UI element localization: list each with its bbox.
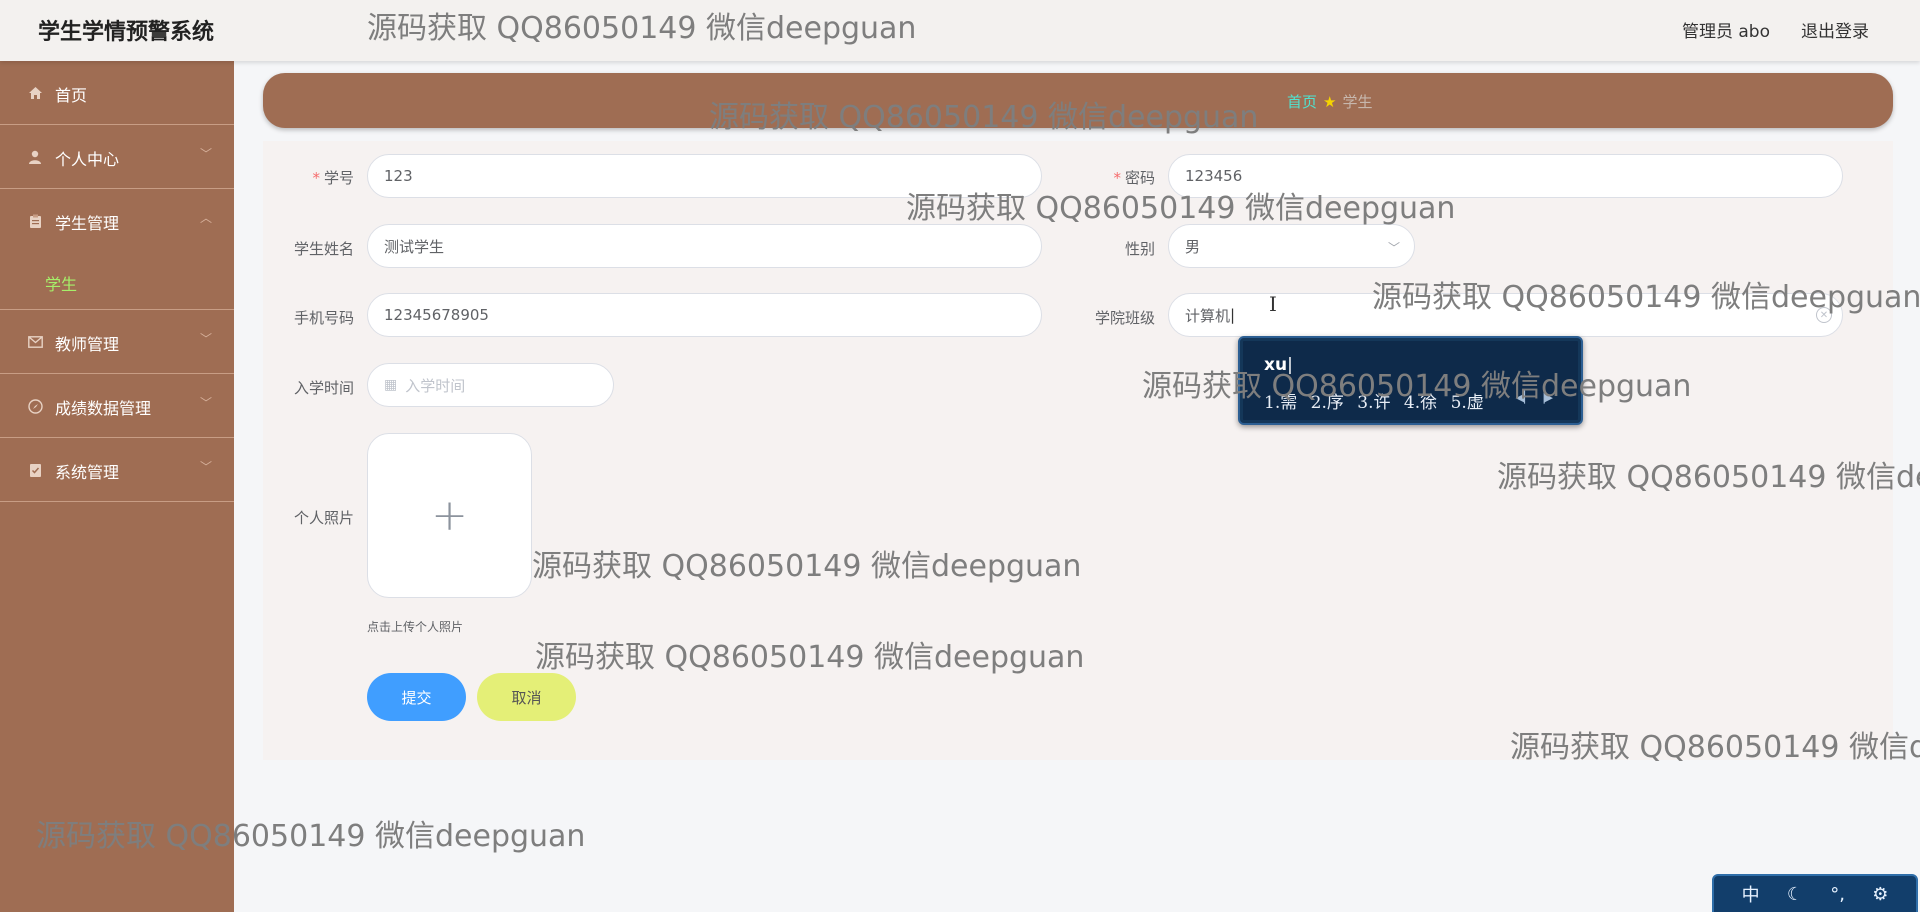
text-cursor-icon: I xyxy=(1269,292,1277,316)
sidebar-item-student-mgmt[interactable]: 学生管理 ︿ xyxy=(0,189,234,253)
moon-icon[interactable]: ☾ xyxy=(1787,884,1803,905)
sidebar-item-label: 个人中心 xyxy=(55,150,120,169)
mail-icon xyxy=(27,334,43,350)
user-icon xyxy=(27,149,43,165)
chevron-down-icon: ﹀ xyxy=(1387,241,1400,255)
college-class-label: 学院班级 xyxy=(1094,309,1155,327)
gender-select-value: 男 xyxy=(1185,237,1201,256)
sidebar-item-label: 系统管理 xyxy=(55,463,120,482)
ime-candidate[interactable]: 1.需 xyxy=(1264,393,1297,413)
ime-candidate[interactable]: 4.徐 xyxy=(1404,393,1437,413)
ime-candidate-list: 1.需 2.序 3.许 4.徐 5.虚 xyxy=(1264,388,1492,413)
photo-upload[interactable]: + xyxy=(367,433,532,598)
chevron-down-icon: ﹀ xyxy=(199,460,212,474)
submit-button[interactable]: 提交 xyxy=(367,673,466,721)
sidebar-subitem-student[interactable]: 学生 xyxy=(0,253,234,310)
sidebar-item-label: 首页 xyxy=(55,86,88,105)
calendar-icon: ▦ xyxy=(384,377,398,393)
ime-candidate-window: xu| 1.需 2.序 3.许 4.徐 5.虚 ◀▏ ▕▶ xyxy=(1238,336,1583,425)
star-icon: ★ xyxy=(1323,92,1337,111)
gender-label: 性别 xyxy=(1124,240,1155,258)
sidebar-item-teacher-mgmt[interactable]: 教师管理 ﹀ xyxy=(0,310,234,374)
sidebar-subitem-label: 学生 xyxy=(45,275,78,294)
chevron-down-icon: ﹀ xyxy=(199,396,212,410)
app-title: 学生学情预警系统 xyxy=(38,20,215,45)
enroll-time-placeholder: 入学时间 xyxy=(405,376,466,395)
phone-label: 手机号码 xyxy=(293,309,354,327)
ime-candidate[interactable]: 2.序 xyxy=(1311,393,1344,413)
ime-candidate[interactable]: 3.许 xyxy=(1357,393,1390,413)
student-name-input[interactable]: 测试学生 xyxy=(367,224,1042,268)
text-caret: | xyxy=(1230,306,1236,324)
breadcrumb-current: 学生 xyxy=(1342,93,1373,111)
current-user-label: 管理员 abo xyxy=(1681,22,1770,42)
home-icon xyxy=(27,85,43,101)
ime-mode-toggle[interactable]: 中 xyxy=(1742,881,1760,907)
photo-label: 个人照片 xyxy=(293,509,354,527)
ime-composition: xu| xyxy=(1264,355,1293,375)
enroll-time-label: 入学时间 xyxy=(293,379,354,397)
breadcrumb-home[interactable]: 首页 xyxy=(1287,91,1317,112)
clear-icon[interactable]: ✕ xyxy=(1816,307,1832,323)
student-no-label: * 学号 xyxy=(312,169,354,187)
phone-input[interactable]: 12345678905 xyxy=(367,293,1042,337)
breadcrumb: 首页 ★ 学生 xyxy=(1287,91,1372,112)
cancel-button[interactable]: 取消 xyxy=(477,673,576,721)
sidebar-item-grades-mgmt[interactable]: 成绩数据管理 ﹀ xyxy=(0,374,234,438)
sidebar-item-home[interactable]: 首页 xyxy=(0,61,234,125)
top-header: 学生学情预警系统 管理员 abo 退出登录 xyxy=(0,0,1920,61)
chevron-up-icon: ︿ xyxy=(199,211,212,225)
ime-status-bar: 中 ☾ °, ⚙ xyxy=(1712,874,1918,912)
sidebar-item-label: 学生管理 xyxy=(55,214,120,233)
student-no-input[interactable]: 123 xyxy=(367,154,1042,198)
enroll-time-picker[interactable]: ▦ 入学时间 xyxy=(367,363,614,407)
sidebar: 首页 个人中心 ﹀ 学生管理 ︿ 学生 教师管理 ﹀ 成绩数据管理 ﹀ 系统管理… xyxy=(0,61,234,912)
checklist-icon xyxy=(27,462,43,478)
ime-candidate[interactable]: 5.虚 xyxy=(1451,393,1484,413)
password-label: * 密码 xyxy=(1113,169,1155,187)
gender-select[interactable]: 男 ﹀ xyxy=(1168,224,1415,268)
clipboard-icon xyxy=(27,213,43,229)
chevron-down-icon: ﹀ xyxy=(199,147,212,161)
ime-page-arrows-icon[interactable]: ◀▏ ▕▶ xyxy=(1516,391,1553,404)
breadcrumb-bar: 首页 ★ 学生 xyxy=(263,73,1893,128)
punctuation-icon[interactable]: °, xyxy=(1830,884,1845,905)
sidebar-item-profile[interactable]: 个人中心 ﹀ xyxy=(0,125,234,189)
sidebar-item-system-mgmt[interactable]: 系统管理 ﹀ xyxy=(0,438,234,502)
chevron-down-icon: ﹀ xyxy=(199,332,212,346)
student-name-label: 学生姓名 xyxy=(293,240,354,258)
sidebar-item-label: 教师管理 xyxy=(55,335,120,354)
plus-icon: + xyxy=(431,489,468,541)
compass-icon xyxy=(27,398,43,414)
gear-icon[interactable]: ⚙ xyxy=(1872,884,1888,905)
password-input[interactable]: 123456 xyxy=(1168,154,1843,198)
sidebar-item-label: 成绩数据管理 xyxy=(55,399,152,418)
college-class-value: 计算机 xyxy=(1185,306,1231,325)
photo-upload-tip: 点击上传个人照片 xyxy=(367,620,464,634)
logout-link[interactable]: 退出登录 xyxy=(1801,17,1869,42)
